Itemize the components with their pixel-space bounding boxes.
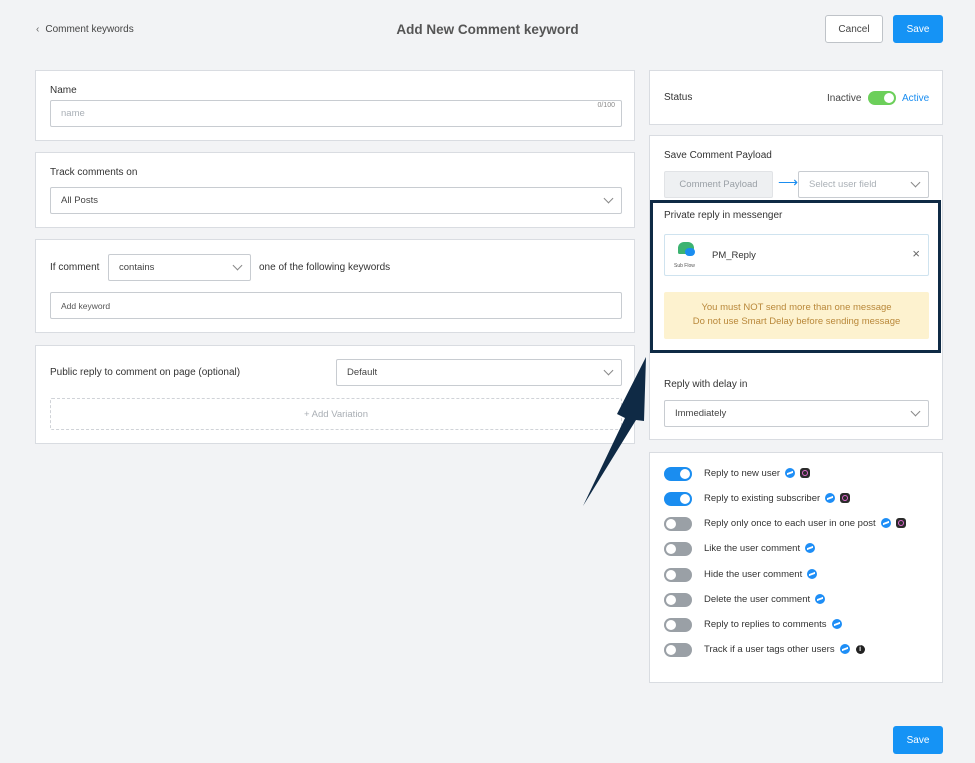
info-icon[interactable]: i bbox=[855, 644, 865, 654]
option-label: Reply to existing subscriber bbox=[704, 493, 821, 504]
option-reply-to-replies: Reply to replies to comments bbox=[664, 617, 934, 633]
options-card: Reply to new user Reply to existing subs… bbox=[649, 452, 943, 683]
option-label: Reply to new user bbox=[704, 468, 781, 479]
payload-label: Save Comment Payload bbox=[664, 150, 772, 161]
option-label: Reply to replies to comments bbox=[704, 619, 827, 630]
condition-value: contains bbox=[119, 262, 155, 273]
keyword-placeholder: Add keyword bbox=[61, 300, 111, 311]
private-reply-label: Private reply in messenger bbox=[664, 210, 783, 221]
option-toggle[interactable] bbox=[664, 643, 692, 657]
delay-value: Immediately bbox=[675, 408, 727, 419]
option-toggle[interactable] bbox=[664, 467, 692, 481]
instagram-icon bbox=[895, 518, 906, 529]
messenger-icon bbox=[880, 518, 891, 529]
flow-name: PM_Reply bbox=[712, 250, 756, 261]
user-field-placeholder: Select user field bbox=[809, 179, 877, 190]
track-comments-card: Track comments on All Posts bbox=[35, 152, 635, 228]
flow-caption: Sub Flow bbox=[674, 263, 695, 269]
char-counter: 0/100 bbox=[597, 102, 615, 109]
arrow-right-icon: ⟶ bbox=[778, 174, 799, 190]
option-label: Delete the user comment bbox=[704, 594, 811, 605]
option-toggle[interactable] bbox=[664, 492, 692, 506]
keyword-input[interactable]: Add keyword bbox=[50, 292, 622, 319]
public-reply-select[interactable]: Default bbox=[336, 359, 622, 386]
save-button-bottom[interactable]: Save bbox=[893, 726, 943, 754]
messenger-icon bbox=[785, 468, 796, 479]
messenger-icon bbox=[805, 543, 816, 554]
comment-payload-label: Comment Payload bbox=[679, 179, 758, 190]
name-placeholder: name bbox=[61, 108, 85, 119]
option-toggle[interactable] bbox=[664, 618, 692, 632]
track-comments-select[interactable]: All Posts bbox=[50, 187, 622, 214]
messenger-icon bbox=[825, 493, 836, 504]
messenger-icon bbox=[839, 644, 850, 655]
keywords-suffix-label: one of the following keywords bbox=[259, 262, 391, 273]
chevron-down-icon bbox=[232, 260, 243, 271]
option-label: Hide the user comment bbox=[704, 569, 803, 580]
track-comments-value: All Posts bbox=[61, 195, 98, 206]
private-reply-highlight: Private reply in messenger Sub Flow PM_R… bbox=[650, 200, 941, 353]
chat-bubble-secondary-icon bbox=[685, 248, 695, 256]
instagram-icon bbox=[800, 468, 811, 479]
warning-line-1: You must NOT send more than one message bbox=[701, 302, 892, 313]
option-label: Track if a user tags other users bbox=[704, 644, 835, 655]
name-input[interactable]: name 0/100 bbox=[50, 100, 622, 127]
option-track-tags: Track if a user tags other users i bbox=[664, 642, 934, 658]
if-comment-label: If comment bbox=[50, 262, 100, 273]
track-comments-label: Track comments on bbox=[50, 167, 138, 178]
public-reply-value: Default bbox=[347, 367, 378, 378]
page-header: ‹ Comment keywords Add New Comment keywor… bbox=[0, 0, 975, 60]
chevron-down-icon bbox=[910, 177, 921, 188]
option-reply-new-user: Reply to new user bbox=[664, 466, 934, 482]
chevron-down-icon bbox=[603, 193, 614, 204]
public-reply-card: Public reply to comment on page (optiona… bbox=[35, 345, 635, 444]
public-reply-label: Public reply to comment on page (optiona… bbox=[50, 367, 241, 378]
active-label: Active bbox=[902, 93, 930, 104]
option-toggle[interactable] bbox=[664, 517, 692, 531]
add-variation-button[interactable]: + Add Variation bbox=[50, 398, 622, 430]
option-hide-comment: Hide the user comment bbox=[664, 567, 934, 583]
messenger-icon bbox=[815, 594, 826, 605]
option-reply-once: Reply only once to each user in one post bbox=[664, 516, 934, 532]
close-icon[interactable]: × bbox=[912, 246, 920, 261]
option-label: Like the user comment bbox=[704, 543, 801, 554]
messenger-icon bbox=[807, 569, 818, 580]
name-label: Name bbox=[50, 85, 77, 96]
delay-select[interactable]: Immediately bbox=[664, 400, 929, 427]
option-delete-comment: Delete the user comment bbox=[664, 592, 934, 608]
flow-card[interactable]: Sub Flow PM_Reply × bbox=[664, 234, 929, 276]
cancel-button[interactable]: Cancel bbox=[825, 15, 883, 43]
user-field-select[interactable]: Select user field bbox=[798, 171, 929, 198]
status-card: Status Inactive Active bbox=[649, 70, 943, 125]
comment-payload-button[interactable]: Comment Payload bbox=[664, 171, 773, 198]
option-toggle[interactable] bbox=[664, 542, 692, 556]
messenger-icon bbox=[831, 619, 842, 630]
status-label: Status bbox=[664, 92, 693, 103]
status-toggle[interactable] bbox=[868, 91, 896, 105]
chevron-down-icon bbox=[910, 406, 921, 417]
option-like-comment: Like the user comment bbox=[664, 541, 934, 557]
warning-line-2: Do not use Smart Delay before sending me… bbox=[692, 316, 901, 327]
delay-label: Reply with delay in bbox=[664, 379, 748, 390]
option-toggle[interactable] bbox=[664, 593, 692, 607]
option-label: Reply only once to each user in one post bbox=[704, 518, 876, 529]
warning-box: You must NOT send more than one message … bbox=[664, 292, 929, 339]
option-reply-existing-subscriber: Reply to existing subscriber bbox=[664, 491, 934, 507]
instagram-icon bbox=[840, 493, 851, 504]
chevron-down-icon bbox=[603, 365, 614, 376]
condition-select[interactable]: contains bbox=[108, 254, 251, 281]
if-comment-card: If comment contains one of the following… bbox=[35, 239, 635, 333]
save-button[interactable]: Save bbox=[893, 15, 943, 43]
name-card: Name name 0/100 bbox=[35, 70, 635, 141]
inactive-label: Inactive bbox=[827, 93, 862, 104]
add-variation-label: + Add Variation bbox=[304, 408, 368, 420]
option-toggle[interactable] bbox=[664, 568, 692, 582]
